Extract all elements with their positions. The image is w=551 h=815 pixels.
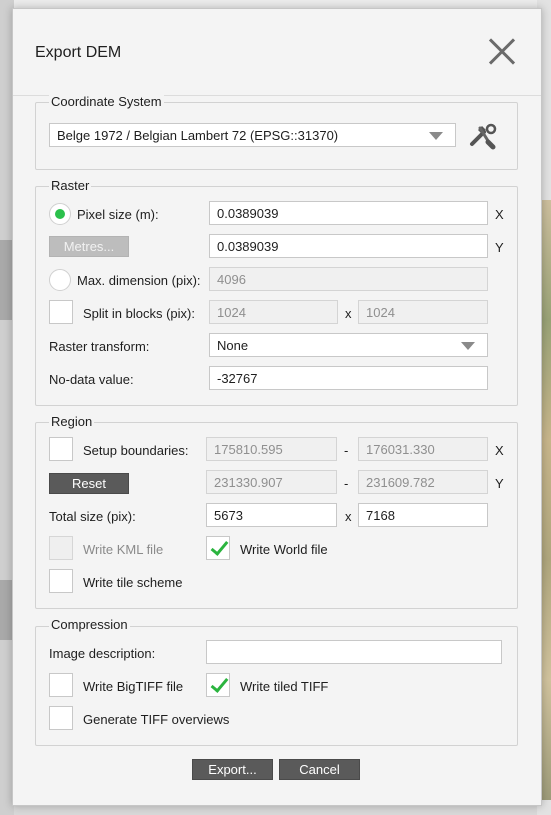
- split-blocks-x-input[interactable]: 1024: [209, 300, 338, 324]
- tools-icon[interactable]: [468, 122, 498, 150]
- image-description-label: Image description:: [49, 646, 156, 661]
- write-tiled-tiff-label: Write tiled TIFF: [240, 679, 329, 694]
- max-dimension-radio[interactable]: [49, 269, 71, 291]
- max-dimension-label: Max. dimension (pix):: [77, 273, 201, 288]
- x-max-input[interactable]: 176031.330: [358, 437, 488, 461]
- total-width-input[interactable]: 5673: [206, 503, 337, 527]
- export-dem-dialog: Export DEM Coordinate System Belge 1972 …: [12, 8, 542, 806]
- region-group-label: Region: [49, 414, 95, 429]
- setup-boundaries-label: Setup boundaries:: [83, 443, 189, 458]
- split-blocks-label: Split in blocks (pix):: [83, 306, 195, 321]
- reset-button[interactable]: Reset: [49, 473, 129, 494]
- x-min-input[interactable]: 175810.595: [206, 437, 337, 461]
- y-axis-label: Y: [495, 476, 504, 491]
- dialog-title: Export DEM: [35, 44, 122, 61]
- generate-overviews-checkbox[interactable]: [49, 706, 73, 730]
- split-blocks-y-input[interactable]: 1024: [358, 300, 488, 324]
- pixel-size-label: Pixel size (m):: [77, 207, 159, 222]
- setup-boundaries-checkbox[interactable]: [49, 437, 73, 461]
- close-icon[interactable]: [487, 37, 517, 67]
- write-tile-scheme-checkbox[interactable]: [49, 569, 73, 593]
- y-min-input[interactable]: 231330.907: [206, 470, 337, 494]
- pixel-size-radio[interactable]: [49, 203, 71, 225]
- write-tiled-tiff-checkbox[interactable]: [206, 673, 230, 697]
- raster-transform-label: Raster transform:: [49, 339, 150, 354]
- range-dash: -: [344, 476, 349, 491]
- chevron-down-icon: [429, 132, 443, 140]
- raster-transform-value: None: [217, 338, 249, 353]
- range-dash: -: [344, 443, 349, 458]
- coordinate-system-group-label: Coordinate System: [49, 94, 164, 109]
- total-size-label: Total size (pix):: [49, 509, 136, 524]
- pixel-size-x-input[interactable]: 0.0389039: [209, 201, 488, 225]
- nodata-input[interactable]: -32767: [209, 366, 488, 390]
- write-kml-checkbox[interactable]: [49, 536, 73, 560]
- x-axis-label: X: [495, 207, 504, 222]
- nodata-label: No-data value:: [49, 372, 134, 387]
- write-world-file-label: Write World file: [240, 542, 328, 557]
- x-axis-label: X: [495, 443, 504, 458]
- pixel-size-y-input[interactable]: 0.0389039: [209, 234, 488, 258]
- y-max-input[interactable]: 231609.782: [358, 470, 488, 494]
- export-button[interactable]: Export...: [192, 759, 273, 780]
- cancel-button[interactable]: Cancel: [279, 759, 360, 780]
- total-height-input[interactable]: 7168: [358, 503, 488, 527]
- coordinate-system-select[interactable]: Belge 1972 / Belgian Lambert 72 (EPSG::3…: [49, 123, 456, 147]
- y-axis-label: Y: [495, 240, 504, 255]
- generate-overviews-label: Generate TIFF overviews: [83, 712, 230, 727]
- times-label: x: [345, 306, 352, 321]
- write-world-file-checkbox[interactable]: [206, 536, 230, 560]
- raster-transform-select[interactable]: None: [209, 333, 488, 357]
- split-blocks-checkbox[interactable]: [49, 300, 73, 324]
- times-label: x: [345, 509, 352, 524]
- raster-group-label: Raster: [49, 178, 92, 193]
- units-button[interactable]: Metres...: [49, 236, 129, 257]
- chevron-down-icon: [461, 342, 475, 350]
- write-bigtiff-checkbox[interactable]: [49, 673, 73, 697]
- compression-group-label: Compression: [49, 617, 130, 632]
- write-kml-label: Write KML file: [83, 542, 164, 557]
- image-description-input[interactable]: [206, 640, 502, 664]
- write-tile-scheme-label: Write tile scheme: [83, 575, 183, 590]
- coordinate-system-value: Belge 1972 / Belgian Lambert 72 (EPSG::3…: [57, 128, 339, 143]
- max-dimension-input[interactable]: 4096: [209, 267, 488, 291]
- write-bigtiff-label: Write BigTIFF file: [83, 679, 184, 694]
